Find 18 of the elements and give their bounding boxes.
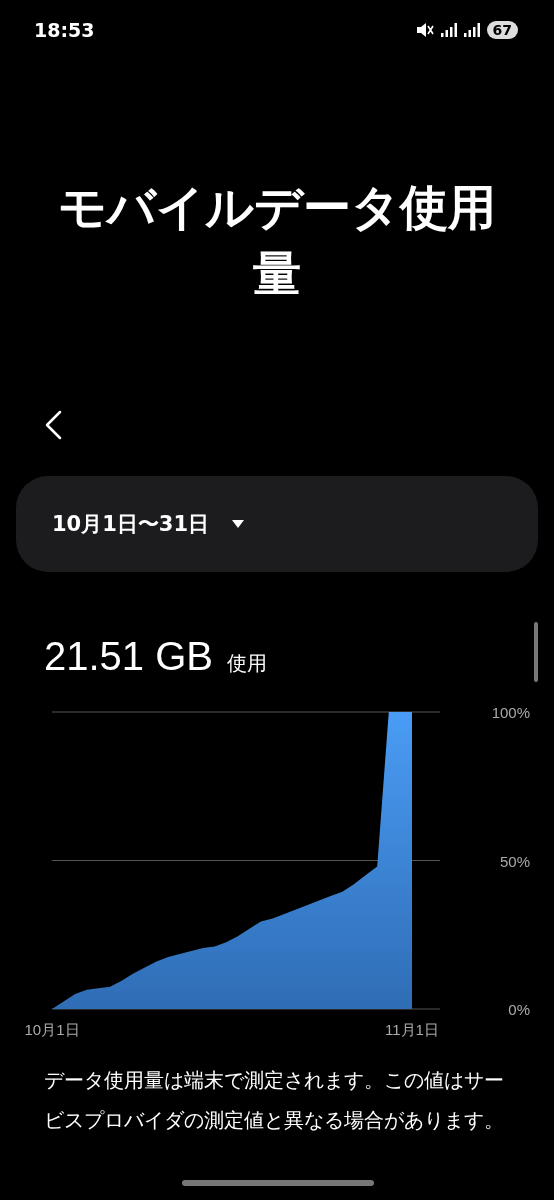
note-text: データ使用量は端末で測定されます。この値はサービスプロバイダの測定値と異なる場合があります。 bbox=[44, 1067, 505, 1134]
axis-label: 10月1日 bbox=[24, 1021, 80, 1038]
page-title: モバイルデータ使用量 bbox=[57, 178, 497, 303]
axis-label: 100% bbox=[491, 704, 530, 721]
usage-amount: 21.51 GB bbox=[44, 634, 213, 679]
signal-icon bbox=[463, 23, 480, 37]
signal-icon bbox=[440, 23, 457, 37]
axis-label: 11月1日 bbox=[385, 1021, 439, 1038]
axis-label: 0% bbox=[508, 1001, 530, 1018]
usage-label: 使用 bbox=[227, 650, 267, 677]
mute-icon bbox=[415, 22, 434, 38]
battery-indicator: 67 bbox=[486, 21, 518, 39]
status-time: 18:53 bbox=[34, 19, 95, 41]
back-icon[interactable] bbox=[44, 410, 64, 440]
scrollbar bbox=[534, 622, 538, 682]
period-dropdown[interactable]: 10月1日〜31日 bbox=[16, 476, 538, 572]
axis-label: 50% bbox=[499, 852, 530, 870]
dropdown-icon bbox=[231, 519, 246, 529]
